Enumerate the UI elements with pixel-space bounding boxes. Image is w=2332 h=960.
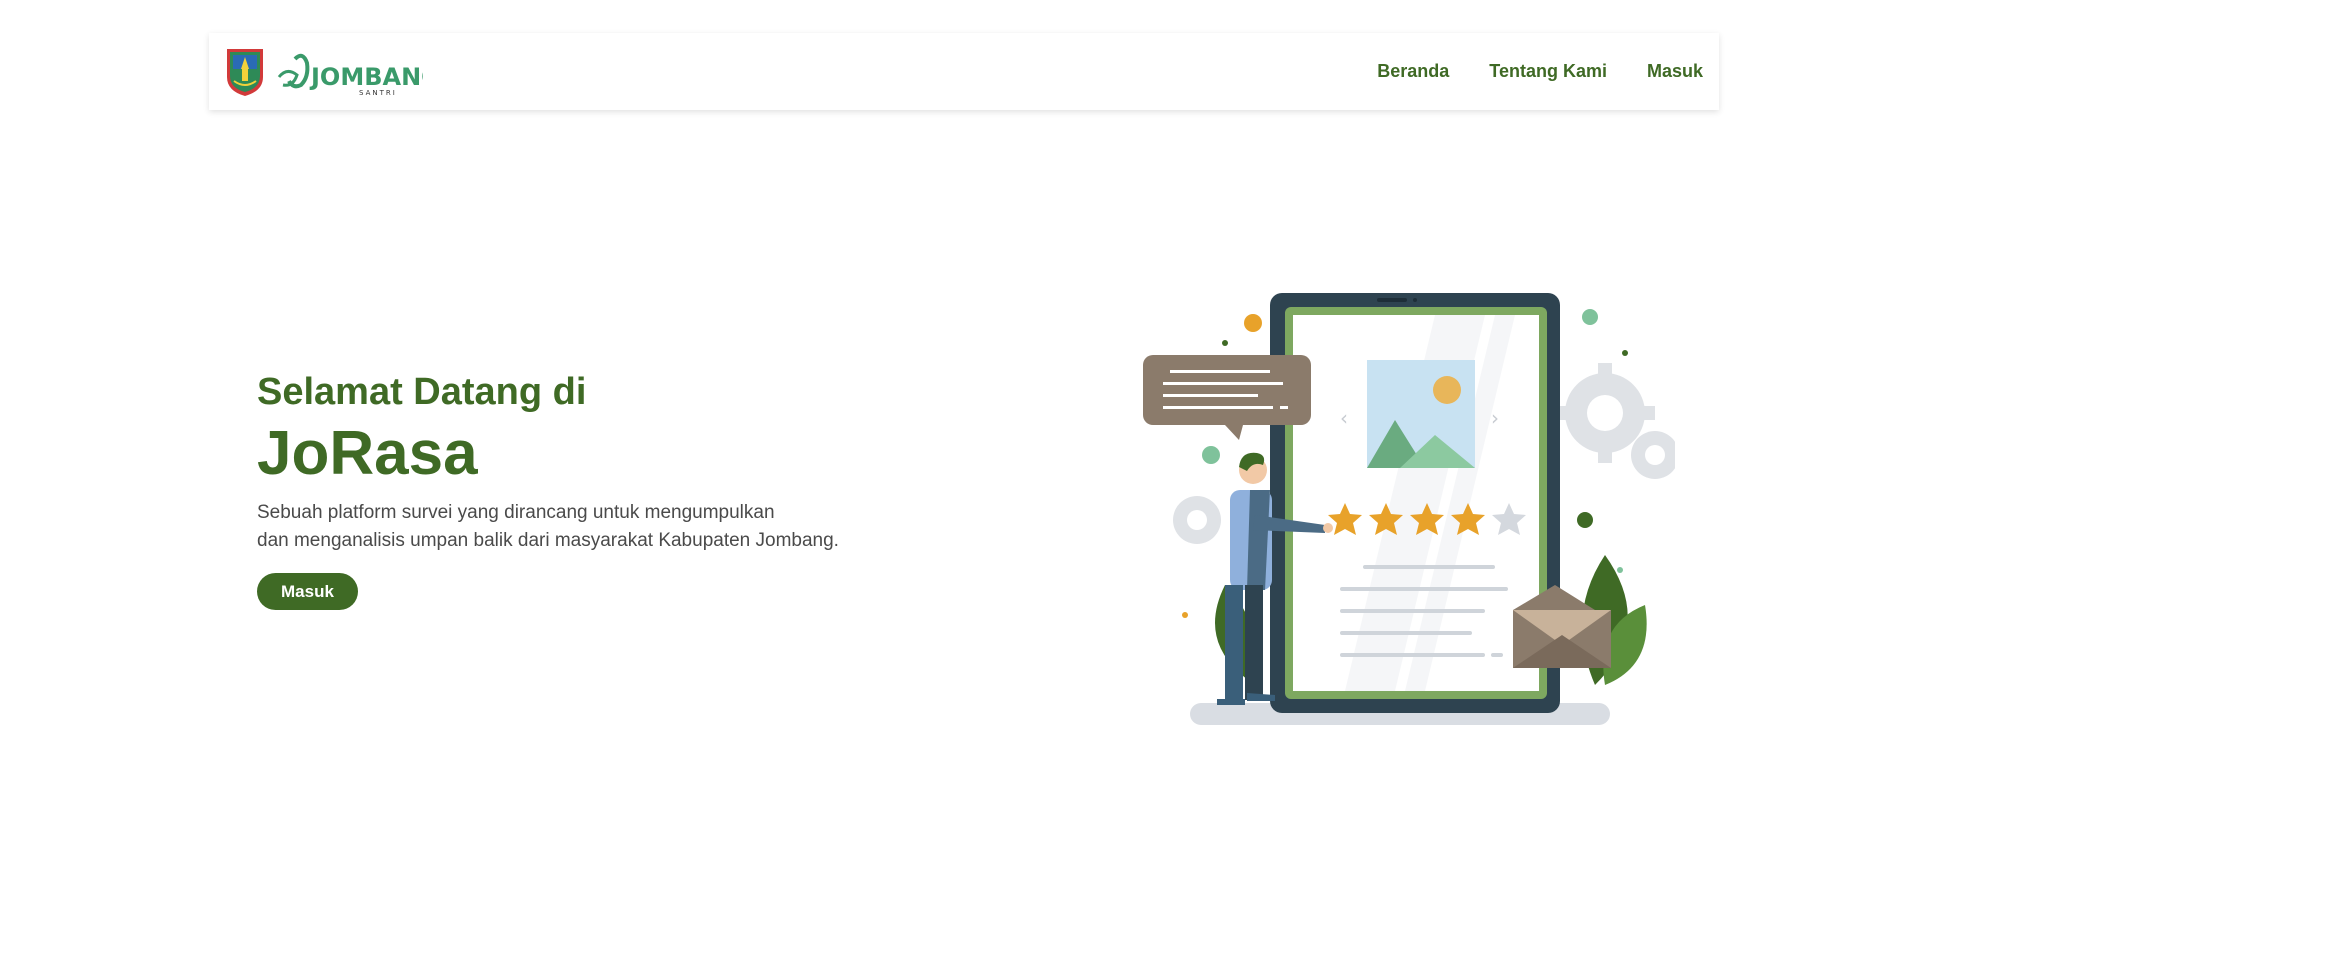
svg-text:‹: ‹: [1340, 406, 1348, 430]
gear-left-icon: [1173, 496, 1221, 544]
dot-orange-2: [1182, 612, 1188, 618]
nav-menu: Beranda Tentang Kami Masuk: [1377, 61, 1703, 82]
svg-text:SANTRI: SANTRI: [359, 89, 397, 97]
hero-description: Sebuah platform survei yang dirancang un…: [257, 499, 957, 555]
jombang-wordmark-logo: JOMBANG SANTRI: [277, 53, 423, 97]
hero-greeting: Selamat Datang di: [257, 371, 587, 413]
survey-rating-illustration: ‹ ›: [1143, 293, 1675, 725]
svg-text:JOMBANG: JOMBANG: [309, 63, 423, 91]
dot-green-3: [1577, 512, 1593, 528]
dot-green: [1222, 340, 1228, 346]
dot-green-2: [1622, 350, 1628, 356]
brand-logo[interactable]: JOMBANG SANTRI: [225, 47, 423, 97]
nav-masuk[interactable]: Masuk: [1647, 61, 1703, 82]
dot-orange: [1244, 314, 1262, 332]
hero-description-line-1: Sebuah platform survei yang dirancang un…: [257, 501, 775, 523]
navbar: JOMBANG SANTRI Beranda Tentang Kami Masu…: [209, 33, 1719, 110]
hero-login-button[interactable]: Masuk: [257, 572, 358, 610]
dot-mint-2: [1202, 446, 1220, 464]
nav-tentang-kami[interactable]: Tentang Kami: [1489, 61, 1607, 82]
dot-mint-3: [1617, 567, 1623, 573]
svg-text:›: ›: [1491, 406, 1499, 430]
hero-section: Selamat Datang di JoRasa Sebuah platform…: [257, 370, 957, 610]
nav-beranda[interactable]: Beranda: [1377, 61, 1449, 82]
hero-title: JoRasa: [257, 418, 478, 488]
dot-mint: [1582, 309, 1598, 325]
hero-description-line-2: dan menganalisis umpan balik dari masyar…: [257, 529, 839, 551]
gear-small-icon: [1631, 431, 1675, 479]
crest-icon: [227, 48, 263, 96]
